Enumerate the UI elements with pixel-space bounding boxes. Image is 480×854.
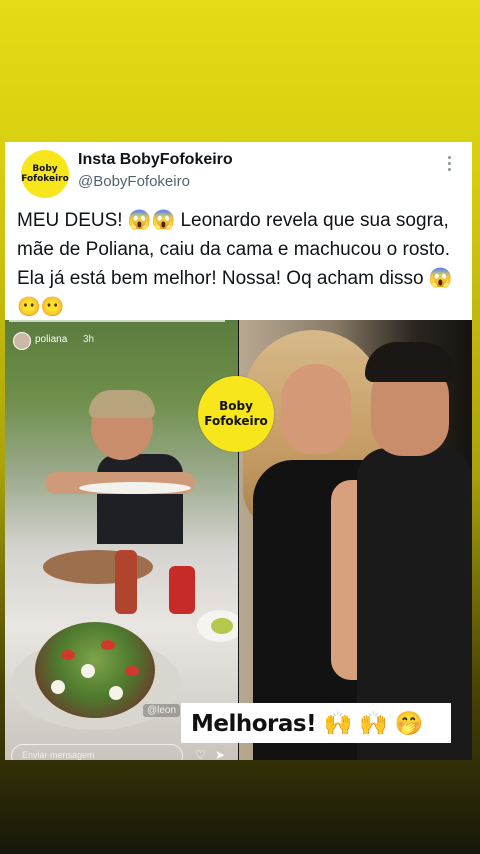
mention-tag: @leon: [143, 704, 181, 717]
story-username: poliana: [35, 334, 68, 345]
egg: [109, 686, 123, 700]
user-handle[interactable]: @BobyFofokeiro: [78, 173, 190, 190]
man-hair: [365, 342, 455, 382]
display-name[interactable]: Insta BobyFofokeiro: [78, 151, 233, 169]
badge-line-1: Boby: [219, 399, 253, 413]
man-eating: [45, 390, 195, 544]
story-time: 3h: [83, 334, 95, 345]
story-progress-bar: [9, 320, 225, 322]
avatar-line-1: Boby: [32, 164, 58, 174]
egg: [51, 680, 65, 694]
brand-badge: Boby Fofokeiro: [198, 376, 274, 452]
message-input[interactable]: Enviar mensagem: [11, 744, 183, 760]
caption-banner: Melhoras! 🙌 🙌 🤭: [181, 703, 451, 743]
message-placeholder: Enviar mensagem: [22, 750, 95, 760]
story-avatar: [13, 332, 31, 350]
avatar-line-2: Fofokeiro: [21, 174, 69, 184]
jar: [169, 566, 195, 614]
tomato: [61, 650, 75, 660]
more-vertical-icon[interactable]: [448, 156, 452, 174]
badge-line-2: Fofokeiro: [204, 414, 268, 428]
couple-photo: [239, 320, 472, 760]
tomato: [125, 666, 139, 676]
post-text: MEU DEUS! 😱😱 Leonardo revela que sua sog…: [17, 210, 453, 318]
avatar[interactable]: Boby Fofokeiro: [21, 150, 69, 198]
send-icon[interactable]: ➤: [215, 748, 225, 760]
sauce-bottle: [115, 550, 137, 614]
lime: [211, 618, 233, 634]
story-photo: poliana 3h @leon Enviar mensagem ♡ ➤: [5, 320, 238, 760]
post-header: Boby Fofokeiro Insta BobyFofokeiro @Boby…: [5, 142, 472, 202]
heart-icon[interactable]: ♡: [195, 748, 206, 760]
story-header: poliana 3h: [11, 328, 231, 350]
egg: [81, 664, 95, 678]
tomato: [101, 640, 115, 650]
woman-face: [281, 364, 351, 454]
